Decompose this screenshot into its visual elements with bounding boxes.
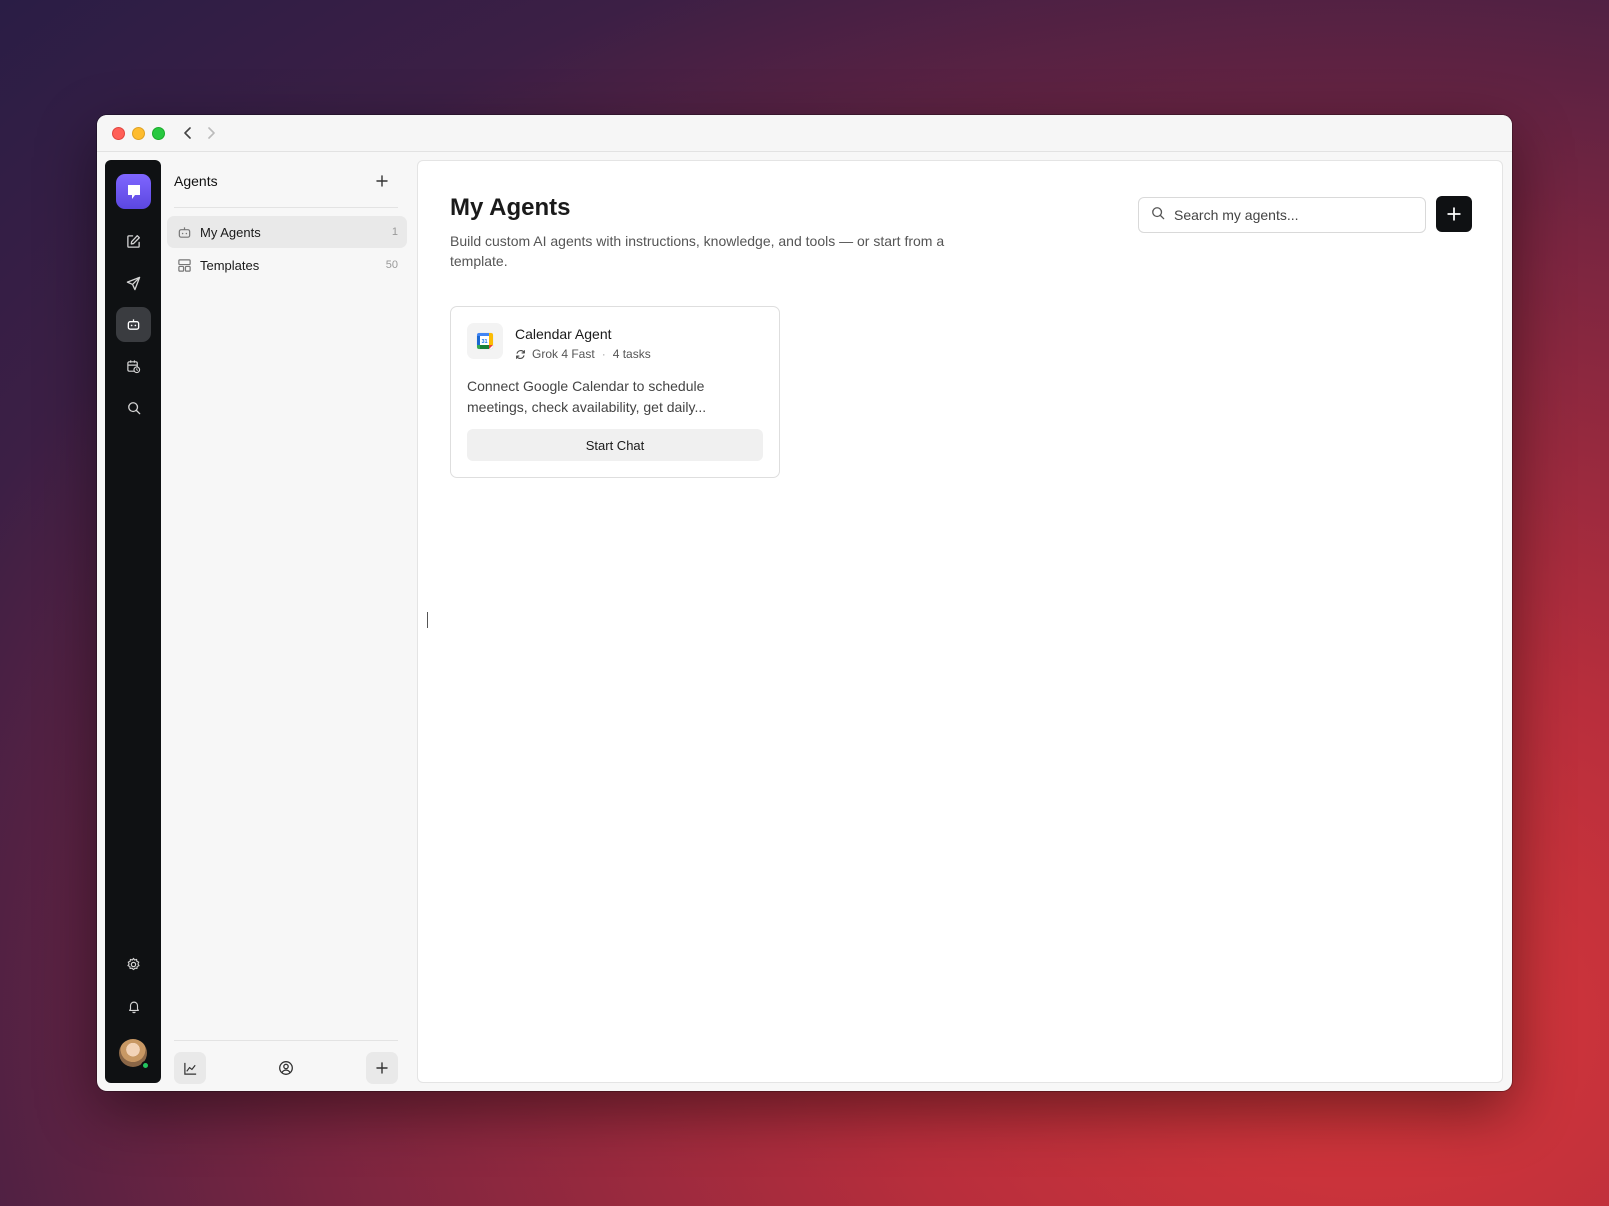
schedule-icon[interactable] <box>116 349 151 384</box>
user-circle-icon[interactable] <box>270 1052 302 1084</box>
agent-model: Grok 4 Fast <box>532 347 595 361</box>
send-icon[interactable] <box>116 266 151 301</box>
agent-card-description: Connect Google Calendar to schedule meet… <box>467 378 707 415</box>
svg-text:31: 31 <box>481 339 487 345</box>
google-calendar-icon: 31 <box>467 323 503 359</box>
search-input[interactable] <box>1174 207 1404 223</box>
forward-arrow-icon[interactable] <box>202 124 220 142</box>
zoom-window-button[interactable] <box>152 127 165 140</box>
back-arrow-icon[interactable] <box>179 124 197 142</box>
plus-icon <box>1447 207 1461 221</box>
agent-card-meta: Grok 4 Fast · 4 tasks <box>515 347 651 361</box>
add-icon[interactable] <box>366 1052 398 1084</box>
search-box[interactable] <box>1138 197 1426 233</box>
bell-icon[interactable] <box>116 989 151 1024</box>
sidebar-item-count: 1 <box>391 226 398 238</box>
minimize-window-button[interactable] <box>132 127 145 140</box>
sidebar-bottom-divider <box>174 1040 398 1041</box>
page-subtitle: Build custom AI agents with instructions… <box>450 233 945 269</box>
app-window: Agents My Agents 1 Templates 50 My Agent… <box>97 115 1512 1091</box>
meta-separator: · <box>601 347 606 361</box>
sidebar-title: Agents <box>174 173 218 189</box>
close-window-button[interactable] <box>112 127 125 140</box>
search-icon <box>1151 206 1165 225</box>
sidebar-item-label: My Agents <box>200 224 261 240</box>
text-cursor <box>427 612 428 628</box>
search-icon[interactable] <box>116 390 151 425</box>
main-content: My Agents Build custom AI agents with in… <box>417 160 1503 1083</box>
agent-task-count: 4 tasks <box>612 347 651 361</box>
sidebar-item-label: Templates <box>200 257 260 273</box>
agents-sidebar: Agents My Agents 1 Templates 50 <box>167 160 409 1084</box>
add-agent-icon[interactable] <box>370 169 394 193</box>
sidebar-divider <box>174 207 398 208</box>
agent-card[interactable]: 31 Calendar Agent Grok 4 Fast · 4 tasks … <box>450 306 780 478</box>
page-title: My Agents <box>450 194 571 221</box>
start-chat-button[interactable]: Start Chat <box>467 429 763 461</box>
sidebar-item-count: 50 <box>385 259 398 271</box>
create-agent-button[interactable] <box>1436 196 1472 232</box>
sidebar-item-my-agents[interactable]: My Agents 1 <box>167 216 407 248</box>
online-status-dot <box>141 1061 150 1070</box>
title-bar <box>97 115 1512 152</box>
agent-card-title: Calendar Agent <box>515 326 612 342</box>
bot-icon[interactable] <box>116 307 151 342</box>
layout-icon <box>176 257 192 273</box>
compose-icon[interactable] <box>116 224 151 259</box>
model-refresh-icon <box>515 349 526 360</box>
gear-icon[interactable] <box>116 947 151 982</box>
app-logo-icon[interactable] <box>116 174 151 209</box>
chart-icon[interactable] <box>174 1052 206 1084</box>
icon-rail <box>105 160 161 1083</box>
sidebar-item-templates[interactable]: Templates 50 <box>167 249 407 281</box>
bot-icon <box>176 224 192 240</box>
